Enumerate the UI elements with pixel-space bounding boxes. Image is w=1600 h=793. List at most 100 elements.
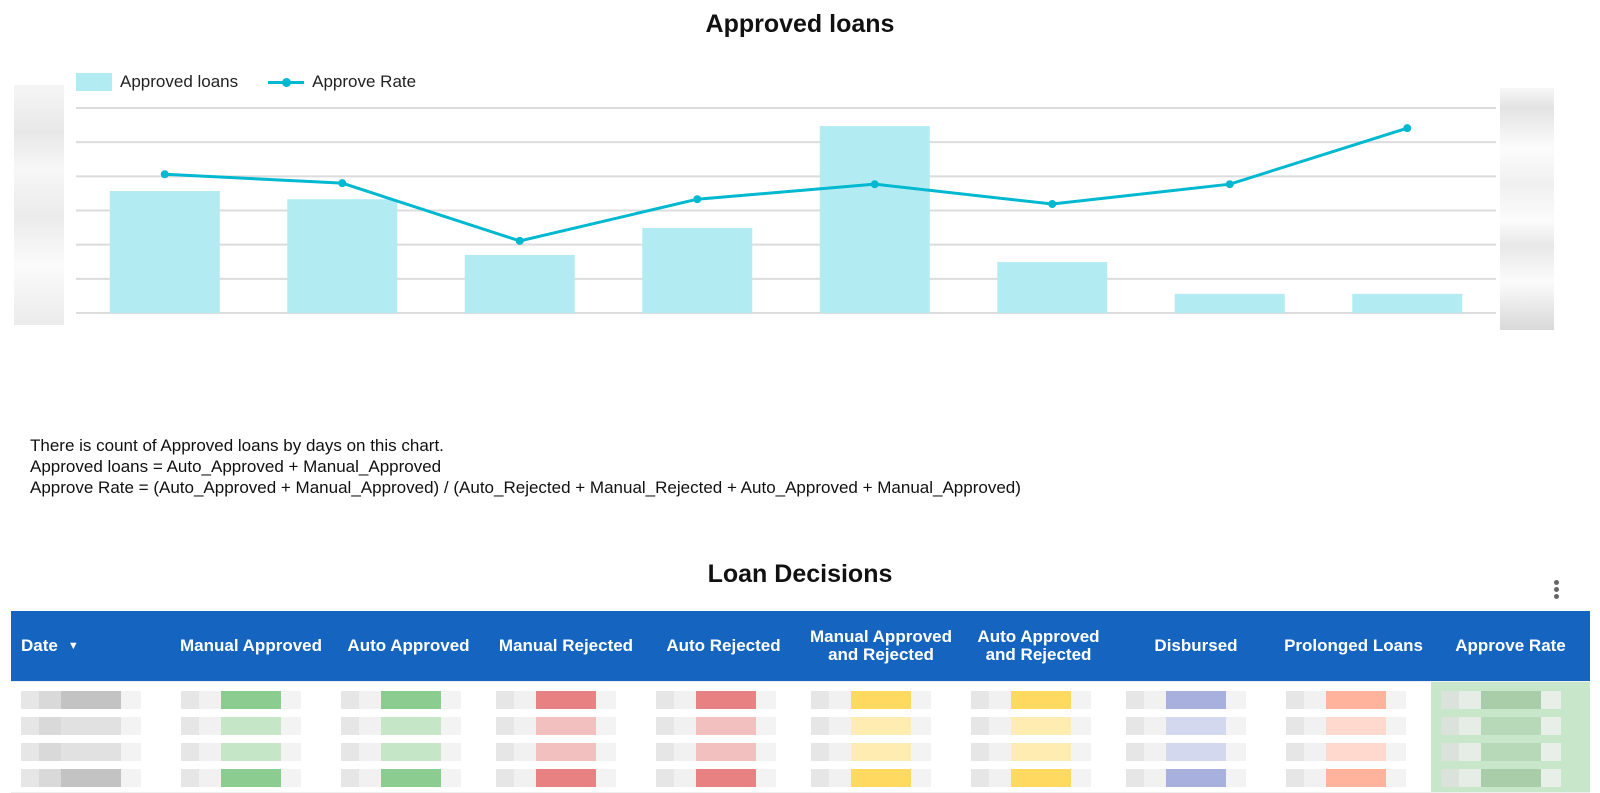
redacted-cell-value: [1126, 717, 1144, 735]
line-point[interactable]: [870, 180, 879, 189]
line-point[interactable]: [1403, 124, 1412, 133]
redacted-cell-value: [1304, 769, 1326, 787]
redacted-cell-value: [1286, 769, 1304, 787]
redacted-cell-value: [121, 691, 141, 709]
redacted-cell-value: [756, 743, 776, 761]
redacted-cell-value: [829, 743, 851, 761]
column-header-prolonged-loans[interactable]: Prolonged Loans: [1276, 611, 1431, 681]
redacted-cell-value: [989, 743, 1011, 761]
line-point[interactable]: [515, 236, 524, 245]
redacted-cell-value: [281, 769, 301, 787]
redacted-cell-value: [221, 769, 281, 787]
redacted-cell-value: [1226, 743, 1246, 761]
more-options-icon[interactable]: [1549, 578, 1563, 602]
sort-desc-icon[interactable]: ▼: [68, 637, 79, 655]
redacted-cell-value: [596, 743, 616, 761]
column-header-approve-rate[interactable]: Approve Rate: [1431, 611, 1590, 681]
redacted-cell-value: [1144, 691, 1166, 709]
redacted-cell-value: [1481, 769, 1541, 787]
bar[interactable]: [819, 126, 930, 313]
loan-decisions-table: Date ▼ Manual Approved Auto Approved Man…: [11, 611, 1590, 793]
redacted-cell-value: [696, 717, 756, 735]
column-header-manual-approved-and-rejected[interactable]: Manual Approved and Rejected: [801, 611, 961, 681]
bar[interactable]: [997, 262, 1108, 313]
redacted-cell-value: [199, 743, 221, 761]
redacted-cell-value: [1071, 769, 1091, 787]
redacted-cell-value: [1226, 691, 1246, 709]
redacted-cell-value: [1011, 769, 1071, 787]
redacted-cell-value: [359, 769, 381, 787]
column-header-manual-approved[interactable]: Manual Approved: [171, 611, 331, 681]
redacted-cell-value: [1386, 691, 1406, 709]
redacted-cell-value: [674, 717, 696, 735]
column-header-manual-rejected[interactable]: Manual Rejected: [486, 611, 646, 681]
redacted-cell-value: [696, 691, 756, 709]
redacted-cell-value: [536, 691, 596, 709]
line-point[interactable]: [338, 179, 347, 188]
redacted-cell-value: [1166, 743, 1226, 761]
line-point[interactable]: [693, 195, 702, 204]
redacted-cell-value: [1441, 691, 1459, 709]
redacted-cell-value: [1304, 717, 1326, 735]
line-point[interactable]: [160, 170, 169, 179]
redacted-cell-value: [656, 717, 674, 735]
redacted-cell-value: [496, 691, 514, 709]
bar[interactable]: [464, 254, 575, 313]
left-axis-labels-redacted: [14, 85, 64, 325]
redacted-cell-value: [971, 717, 989, 735]
redacted-cell-value: [1386, 717, 1406, 735]
redacted-cell-value: [39, 717, 61, 735]
redacted-cell-value: [221, 717, 281, 735]
redacted-cell-value: [496, 743, 514, 761]
line-point[interactable]: [1225, 180, 1234, 189]
redacted-cell-value: [496, 717, 514, 735]
redacted-cell-value: [181, 691, 199, 709]
bar[interactable]: [1174, 293, 1285, 313]
redacted-cell-value: [829, 769, 851, 787]
redacted-cell-value: [1441, 743, 1459, 761]
redacted-cell-value: [756, 717, 776, 735]
redacted-cell-value: [756, 691, 776, 709]
redacted-cell-value: [121, 717, 141, 735]
redacted-cell-value: [1126, 743, 1144, 761]
redacted-cell-value: [1326, 743, 1386, 761]
bar[interactable]: [642, 227, 753, 313]
redacted-cell-value: [1166, 691, 1226, 709]
table-title: Loan Decisions: [707, 560, 893, 588]
bar[interactable]: [1352, 293, 1463, 313]
redacted-cell-value: [656, 691, 674, 709]
table-body-redacted: [11, 681, 1590, 793]
redacted-cell-value: [221, 691, 281, 709]
note-line: Approved loans = Auto_Approved + Manual_…: [30, 457, 442, 476]
redacted-cell-value: [1126, 691, 1144, 709]
redacted-cell-value: [1304, 691, 1326, 709]
column-header-disbursed[interactable]: Disbursed: [1116, 611, 1276, 681]
redacted-cell-value: [381, 691, 441, 709]
redacted-cell-value: [674, 691, 696, 709]
redacted-cell-value: [1071, 743, 1091, 761]
redacted-cell-value: [656, 743, 674, 761]
redacted-cell-value: [514, 717, 536, 735]
redacted-cell-value: [61, 717, 121, 735]
column-header-auto-rejected[interactable]: Auto Rejected: [646, 611, 801, 681]
line-point[interactable]: [1048, 200, 1057, 209]
column-header-auto-approved-and-rejected[interactable]: Auto Approved and Rejected: [961, 611, 1116, 681]
bar[interactable]: [109, 191, 220, 313]
redacted-cell-value: [359, 717, 381, 735]
redacted-cell-value: [829, 717, 851, 735]
redacted-cell-value: [1011, 743, 1071, 761]
column-header-date[interactable]: Date ▼: [11, 611, 171, 681]
column-header-auto-approved[interactable]: Auto Approved: [331, 611, 486, 681]
redacted-cell-value: [596, 769, 616, 787]
redacted-cell-value: [221, 743, 281, 761]
redacted-cell-value: [61, 769, 121, 787]
redacted-cell-value: [811, 769, 829, 787]
redacted-cell-value: [1386, 769, 1406, 787]
redacted-cell-value: [989, 769, 1011, 787]
redacted-cell-value: [441, 769, 461, 787]
redacted-cell-value: [1326, 769, 1386, 787]
redacted-cell-value: [61, 691, 121, 709]
bar[interactable]: [287, 199, 398, 313]
redacted-cell-value: [1226, 769, 1246, 787]
redacted-cell-value: [851, 769, 911, 787]
